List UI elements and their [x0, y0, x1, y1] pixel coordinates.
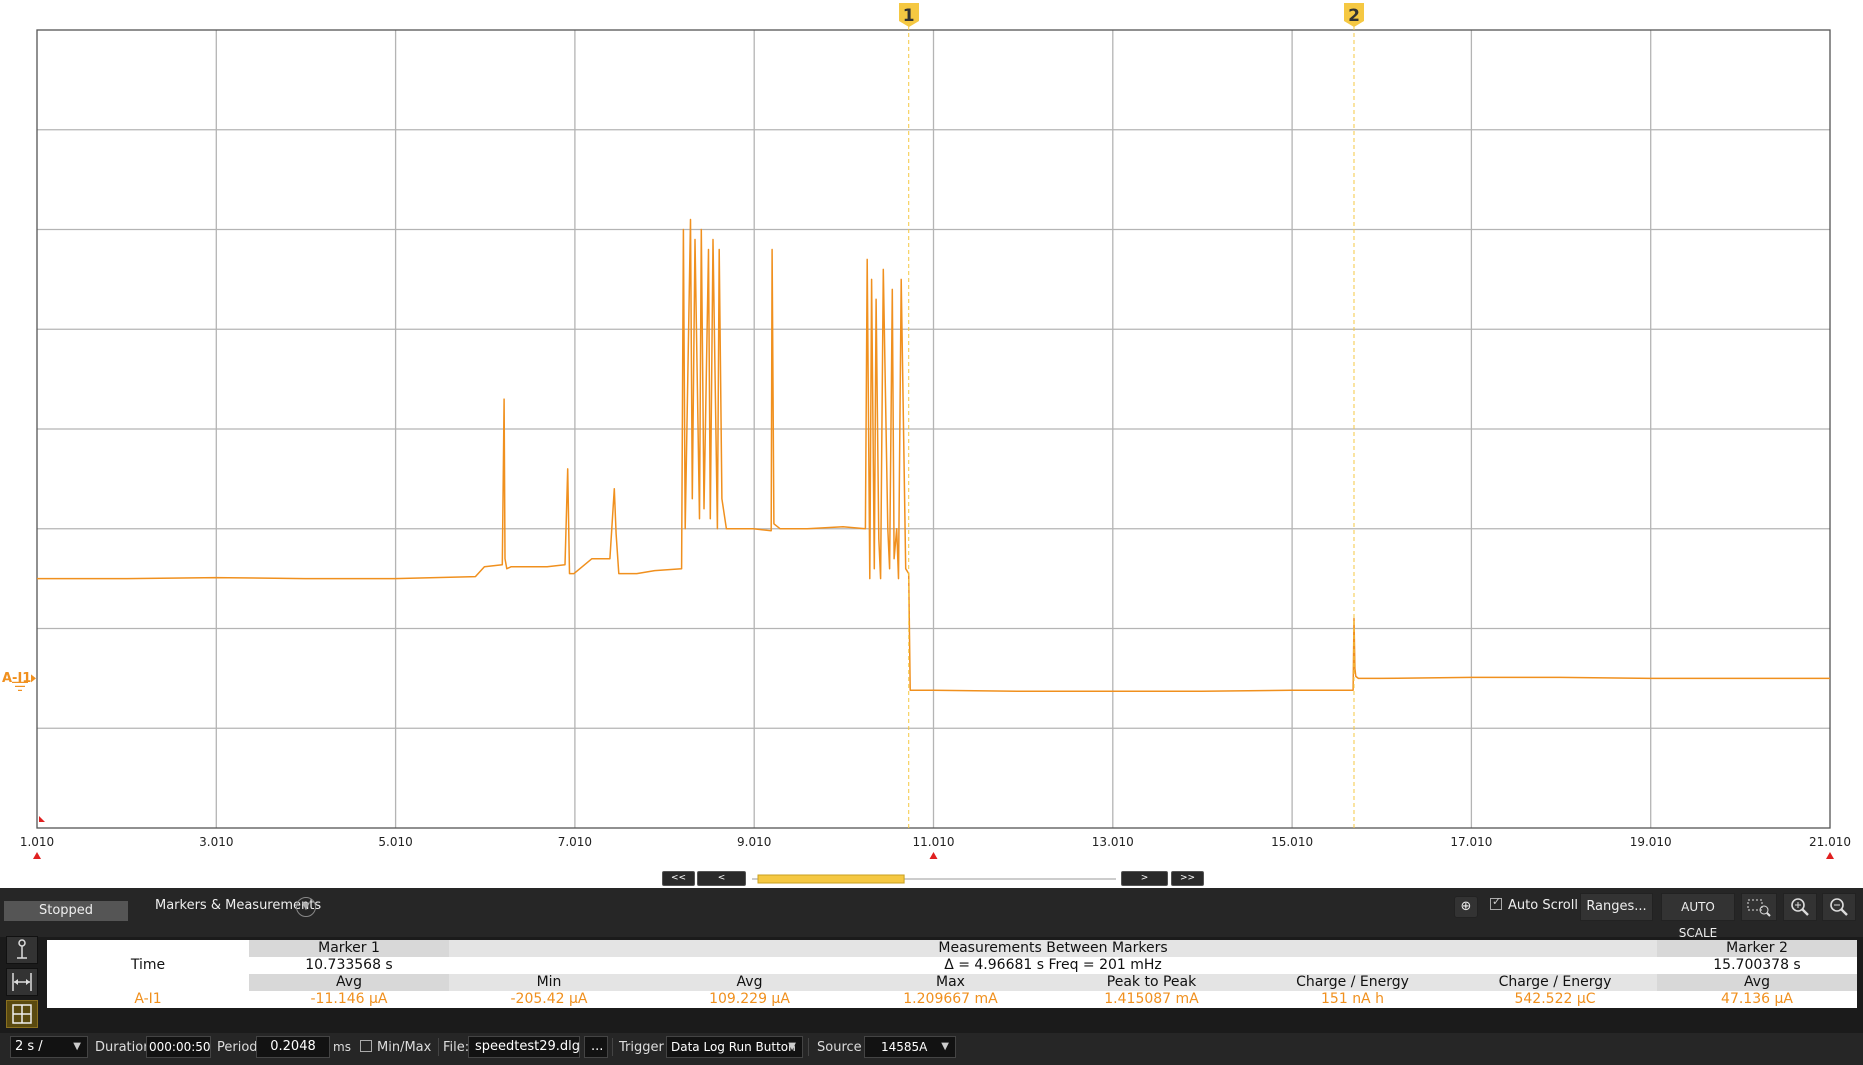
marker2-time: 15.700378 s	[1713, 957, 1801, 973]
x-tick-label: 19.010	[1629, 835, 1672, 849]
grid-layout-icon[interactable]	[6, 1000, 38, 1028]
zoom-out-icon[interactable]	[1822, 893, 1856, 921]
separator	[612, 1038, 613, 1056]
data-logger-window: 1.010 3.010 5.010 7.010 9.010 11.010 13.010 15.…	[0, 0, 1863, 1065]
auto-scroll-label: Auto Scroll	[1508, 898, 1578, 913]
file-input[interactable]: speedtest29.dlg	[468, 1036, 580, 1058]
val-charge-energy-2: 542.522 µC	[1514, 991, 1596, 1007]
val-max: 1.209667 mA	[903, 991, 998, 1007]
separator	[808, 1038, 809, 1056]
marker-2-label: 2	[1348, 6, 1360, 26]
timebase-select[interactable]: 2 s / ▼	[10, 1036, 88, 1058]
trigger-select[interactable]: Data Log Run Button ▼	[666, 1036, 803, 1058]
measurements-table: Marker 1 Measurements Between Markers Ma…	[47, 940, 1857, 1008]
checkbox-unchecked-icon	[360, 1040, 372, 1052]
channel-label[interactable]: A-I1	[2, 671, 31, 686]
trigger-value: Data Log Run Button	[671, 1040, 796, 1054]
col-marker1-avg: Avg	[249, 974, 449, 991]
min-max-checkbox[interactable]: Min/Max	[360, 1040, 431, 1055]
x-tick-label: 11.010	[912, 835, 955, 849]
col-charge-energy-1: Charge / Energy	[1252, 974, 1453, 991]
val-marker2-avg: 47.136 µA	[1721, 991, 1793, 1007]
plot-area[interactable]: 1.010 3.010 5.010 7.010 9.010 11.010 13.010 15.…	[0, 0, 1863, 888]
timebase-value: 2 s /	[15, 1039, 43, 1054]
probe-glyph	[17, 939, 27, 959]
ranges-button[interactable]: Ranges...	[1580, 893, 1653, 921]
source-label: Source	[817, 1040, 862, 1055]
trigger-arrow-icon	[39, 816, 45, 822]
x-tick-label: 17.010	[1450, 835, 1493, 849]
scroll-last-button[interactable]: >>	[1171, 871, 1204, 886]
scroll-first-button[interactable]: <<	[662, 871, 695, 886]
row-channel: A-I1	[134, 991, 162, 1007]
time-reference-arrow-icon	[1826, 852, 1834, 859]
time-reference-arrow-icon	[33, 852, 41, 859]
col-max: Max	[850, 974, 1051, 991]
channel-offset-arrow-icon	[31, 674, 36, 683]
time-reference-arrow-icon	[929, 852, 938, 859]
x-tick-label: 21.010	[1809, 835, 1851, 849]
between-markers-header: Measurements Between Markers	[449, 940, 1657, 957]
grid-layout-glyph	[12, 1004, 32, 1024]
auto-scroll-checkbox[interactable]: Auto Scroll	[1490, 895, 1578, 913]
marker-delta-freq: Δ = 4.96681 s Freq = 201 mHz	[944, 957, 1162, 973]
chevron-down-icon[interactable]: ▼	[296, 897, 316, 917]
zoom-box-glyph	[1747, 899, 1771, 917]
x-tick-label: 1.010	[19, 835, 55, 849]
val-min: -205.42 µA	[510, 991, 588, 1007]
scroll-next-button[interactable]: >	[1121, 871, 1168, 886]
browse-file-button[interactable]: ...	[584, 1036, 608, 1058]
col-avg: Avg	[649, 974, 850, 991]
duration-input[interactable]: 000:00:50	[146, 1036, 211, 1058]
marker1-time: 10.733568 s	[305, 957, 393, 973]
crosshair-plus-icon[interactable]: ⊕	[1454, 896, 1478, 918]
separator	[438, 1038, 439, 1056]
col-marker2-avg: Avg	[1657, 974, 1857, 991]
col-charge-energy-2: Charge / Energy	[1453, 974, 1657, 991]
source-value: 14585A	[881, 1040, 928, 1054]
period-unit: ms	[333, 1040, 351, 1054]
zoom-box-icon[interactable]	[1741, 893, 1777, 921]
marker-span-icon[interactable]	[6, 968, 38, 996]
caret-down-icon: ▼	[788, 1041, 796, 1052]
period-input[interactable]: 0.2048	[256, 1036, 330, 1058]
marker2-header: Marker 2	[1657, 940, 1857, 957]
zoom-out-glyph	[1830, 898, 1848, 916]
status-badge: Stopped	[4, 901, 128, 921]
scroll-prev-button[interactable]: <	[697, 871, 746, 886]
marker-2-flag[interactable]: 2	[1343, 2, 1365, 28]
source-select[interactable]: 14585A ▼	[864, 1036, 956, 1058]
trigger-label: Trigger	[619, 1040, 664, 1055]
val-charge-energy-1: 151 nA h	[1321, 991, 1384, 1007]
time-label: Time	[130, 957, 166, 973]
x-tick-label: 3.010	[199, 835, 234, 849]
val-marker1-avg: -11.146 µA	[310, 991, 388, 1007]
marker-span-glyph	[12, 973, 32, 991]
marker-1-label: 1	[902, 6, 915, 26]
x-tick-label: 13.010	[1091, 835, 1134, 849]
caret-down-icon: ▼	[941, 1041, 949, 1052]
scroll-track[interactable]	[752, 870, 1116, 888]
marker-1-flag[interactable]: 1	[898, 2, 920, 28]
val-avg: 109.229 µA	[709, 991, 790, 1007]
checkbox-checked-icon	[1490, 895, 1502, 910]
zoom-in-glyph	[1791, 898, 1809, 916]
waveform-chart[interactable]	[0, 0, 1863, 888]
val-peak-to-peak: 1.415087 mA	[1104, 991, 1199, 1007]
min-max-label: Min/Max	[377, 1040, 432, 1055]
file-label: File:	[443, 1040, 470, 1055]
x-tick-label: 9.010	[737, 835, 772, 849]
col-peak-to-peak: Peak to Peak	[1051, 974, 1252, 991]
x-tick-label: 7.010	[557, 835, 593, 849]
marker1-header: Marker 1	[249, 940, 449, 957]
caret-down-icon: ▼	[73, 1041, 81, 1052]
zoom-in-icon[interactable]	[1783, 893, 1817, 921]
x-tick-label: 15.010	[1271, 835, 1314, 849]
col-min: Min	[449, 974, 649, 991]
x-tick-label: 5.010	[378, 835, 413, 849]
scroll-thumb[interactable]	[757, 874, 905, 884]
auto-scale-button[interactable]: AUTO SCALE	[1661, 893, 1735, 940]
probe-icon[interactable]	[6, 936, 38, 964]
